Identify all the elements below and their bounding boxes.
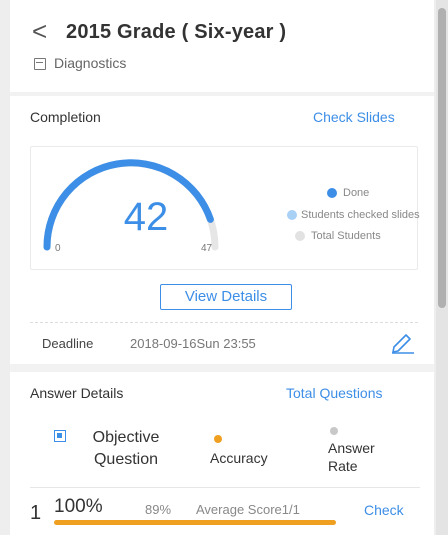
objective-question-label: Objective Question (92, 429, 160, 468)
answer-details-section: Answer Details Total Questions Objective… (10, 372, 434, 535)
accuracy-bar (54, 520, 336, 525)
legend-total-dot (295, 231, 305, 241)
page-title: 2015 Grade ( Six-year ) (66, 21, 287, 43)
accuracy-bar-fill (54, 520, 336, 525)
screen: < 2015 Grade ( Six-year ) Diagnostics Co… (10, 0, 434, 535)
pencil-icon[interactable] (388, 330, 416, 354)
answer-details-title: Answer Details (30, 385, 124, 401)
legend-done-dot (327, 188, 337, 198)
completion-count: 42 (123, 195, 169, 239)
page-subtitle: Diagnostics (54, 55, 127, 71)
view-details-button[interactable]: View Details (160, 284, 292, 310)
legend-total-label: Total Students (311, 230, 381, 242)
document-icon (34, 58, 46, 70)
deadline-label: Deadline (42, 336, 94, 351)
scrollbar[interactable] (436, 0, 448, 535)
total-questions-link[interactable]: Total Questions (286, 385, 383, 401)
question-accuracy: 100% (54, 496, 103, 517)
header: < 2015 Grade ( Six-year ) Diagnostics (10, 0, 434, 92)
question-average-score: Average Score1/1 (196, 502, 300, 517)
gauge-min-label: 0 (55, 243, 61, 254)
question-answer-rate: 89% (145, 502, 172, 517)
question-number: 1 (30, 502, 42, 524)
completion-section: Completion Check Slides 42 0 47 Done Stu… (10, 96, 434, 364)
accuracy-dot (214, 435, 222, 443)
legend-checked-dot (287, 210, 297, 220)
scrollbar-thumb[interactable] (438, 8, 446, 308)
checkbox-icon (54, 430, 66, 442)
legend-done-label: Done (343, 187, 370, 199)
answer-rate-dot (330, 427, 338, 435)
table-divider (30, 487, 420, 488)
completion-chart: 42 0 47 Done Students checked slides Tot… (30, 146, 420, 270)
check-question-link[interactable]: Check (364, 502, 404, 518)
back-icon[interactable]: < (32, 18, 47, 44)
completion-title: Completion (30, 109, 101, 125)
divider (30, 322, 418, 323)
gauge-max-label: 47 (201, 243, 213, 254)
accuracy-header: Accuracy (210, 450, 268, 466)
answer-rate-header: Answer Rate (328, 440, 375, 474)
legend-checked-label: Students checked slides (301, 209, 420, 221)
deadline-value: 2018-09-16Sun 23:55 (130, 336, 256, 351)
check-slides-link[interactable]: Check Slides (313, 109, 395, 125)
